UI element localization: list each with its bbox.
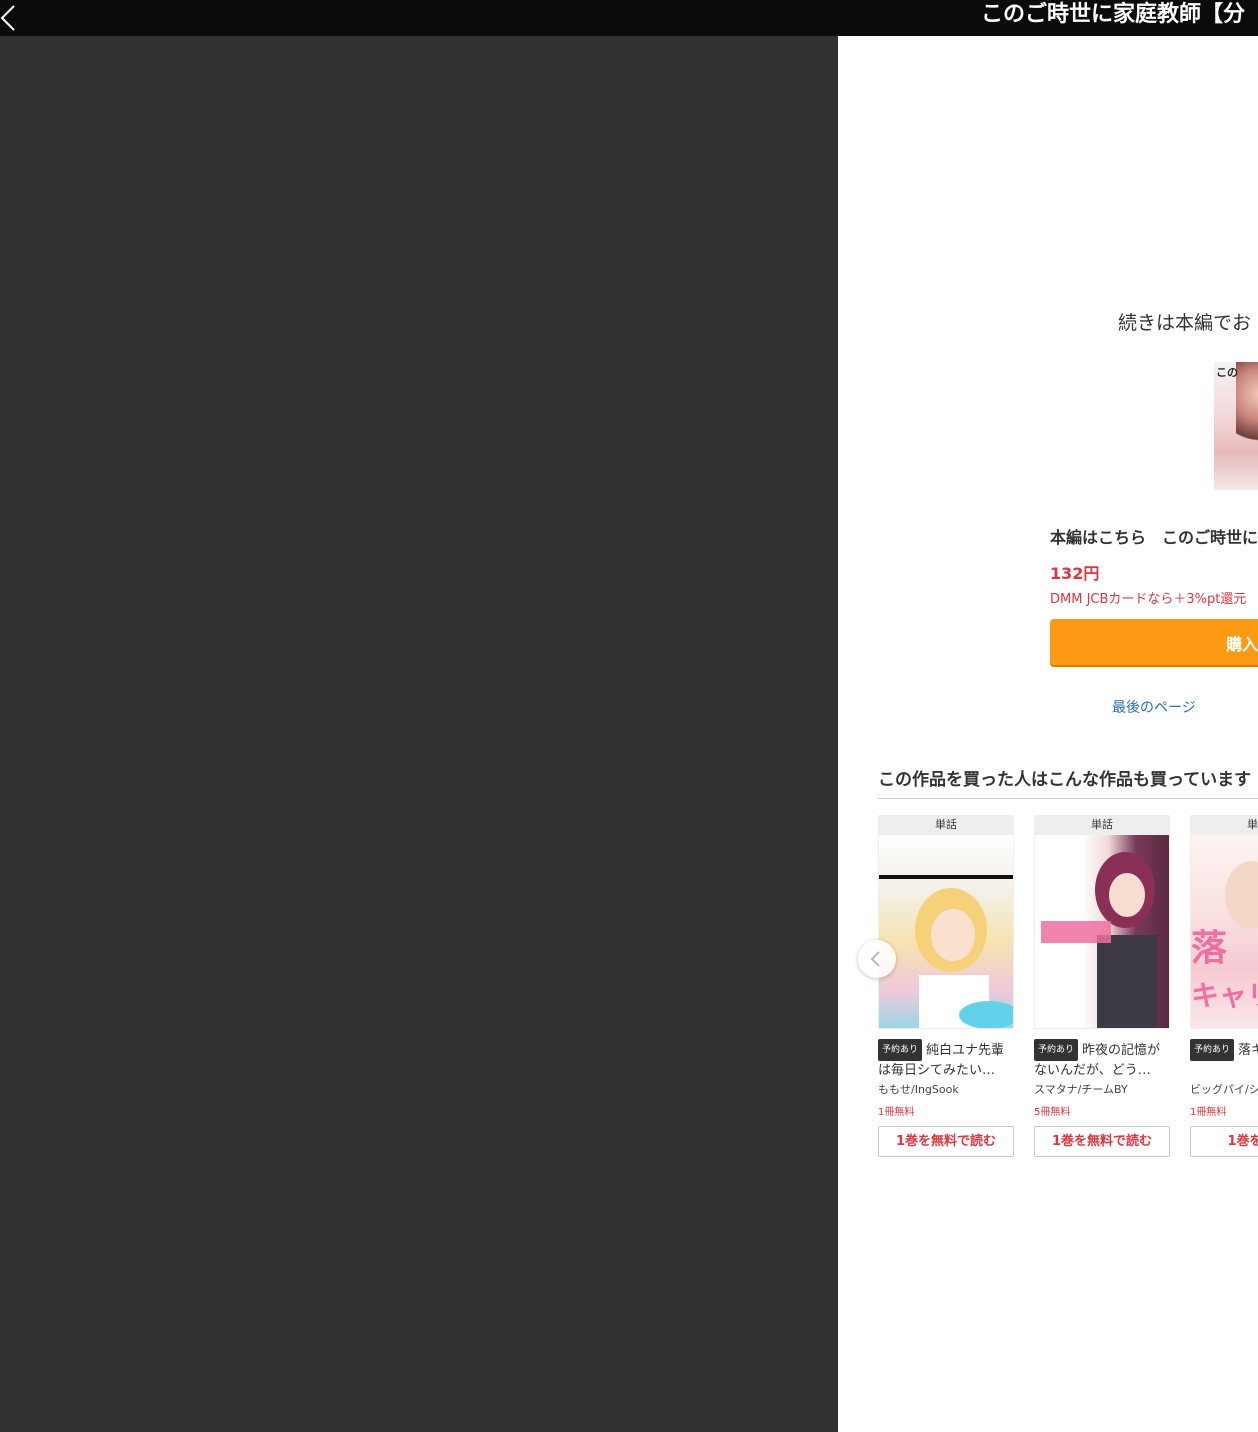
main-work-cover[interactable]: この [1214, 362, 1258, 490]
recommendations-heading: この作品を買った人はこんな作品も買っています [878, 770, 1252, 790]
continue-message: 続きは本編でお [1118, 312, 1252, 334]
top-bar: このご時世に家庭教師【分 [0, 0, 1258, 36]
end-of-sample-panel: 続きは本編でお この 本編はこちら このご時世に家 132円 DMM JCBカー… [838, 36, 1258, 1432]
buy-button-label: 購入 [1226, 635, 1258, 654]
read-free-button[interactable]: 1巻を無料で読む [1034, 1126, 1170, 1157]
recommendation-title[interactable]: 予約あり 昨夜の記憶がないんだが、どう… [1034, 1039, 1170, 1079]
recommendation-cover[interactable]: 単話 [878, 815, 1014, 1029]
svg-text:キャリ: キャリ [1191, 979, 1258, 1012]
last-page-link[interactable]: 最後のページ [1112, 697, 1196, 717]
price: 132円 [1050, 564, 1100, 583]
divider [878, 798, 1258, 799]
read-free-button[interactable]: 1巻を無料で読む [878, 1126, 1014, 1157]
recommendation-card[interactable]: 単話 予約あり 純白ユナ先輩は毎日シてみたい… ももせ/IngSook 1冊無料 … [878, 815, 1014, 1157]
recommendation-cover[interactable]: 単話 落 キャリ [1190, 815, 1258, 1029]
back-button[interactable] [0, 0, 24, 36]
free-count: 1冊無料 [1190, 1107, 1227, 1118]
chevron-left-icon [0, 5, 15, 31]
svg-text:落: 落 [1191, 928, 1228, 969]
main-work-label: 本編はこちら このご時世に家 [1050, 528, 1258, 547]
page-title: このご時世に家庭教師【分 [981, 2, 1246, 27]
free-count: 5冊無料 [1034, 1107, 1071, 1118]
carousel-prev-button[interactable] [858, 940, 896, 978]
recommendation-title[interactable]: 予約あり落キャリーし [1190, 1039, 1258, 1079]
reservation-badge: 予約あり [1190, 1039, 1235, 1061]
recommendation-author[interactable]: ビッグパイ/シ [1190, 1081, 1258, 1097]
recommendation-card[interactable]: 単話 落 キャリ 予約あり落キャリーし ビッグパイ/シ 1冊無料 1巻を無料 [1190, 815, 1258, 1157]
cover-art [879, 835, 1013, 1028]
cover-art: 落 キャリ [1191, 835, 1258, 1028]
read-free-button[interactable]: 1巻を無料 [1190, 1126, 1258, 1157]
cover-title-text: この [1216, 366, 1238, 379]
recommendation-author[interactable]: ももせ/IngSook [878, 1081, 1014, 1097]
reservation-badge: 予約あり [878, 1039, 923, 1061]
category-label: 単話 [1190, 815, 1258, 835]
chevron-left-icon [870, 951, 880, 967]
reservation-badge: 予約あり [1034, 1039, 1079, 1061]
recommendation-cover[interactable]: 単話 [1034, 815, 1170, 1029]
category-label: 単話 [878, 815, 1014, 835]
cover-art [1236, 362, 1258, 454]
buy-button[interactable]: 購入 [1050, 619, 1258, 665]
cover-art [1035, 835, 1169, 1028]
recommendation-author[interactable]: スマタナ/チームBY [1034, 1081, 1170, 1097]
category-label: 単話 [1034, 815, 1170, 835]
recommendation-card[interactable]: 単話 予約あり 昨夜の記憶がないんだが、どう… スマタナ/チームBY 5冊無料 1… [1034, 815, 1170, 1157]
promo-text: DMM JCBカードなら＋3%pt還元 [1050, 592, 1247, 607]
free-count: 1冊無料 [878, 1107, 915, 1118]
viewer-blank-page [0, 36, 838, 1432]
recommendation-title[interactable]: 予約あり 純白ユナ先輩は毎日シてみたい… [878, 1039, 1014, 1079]
